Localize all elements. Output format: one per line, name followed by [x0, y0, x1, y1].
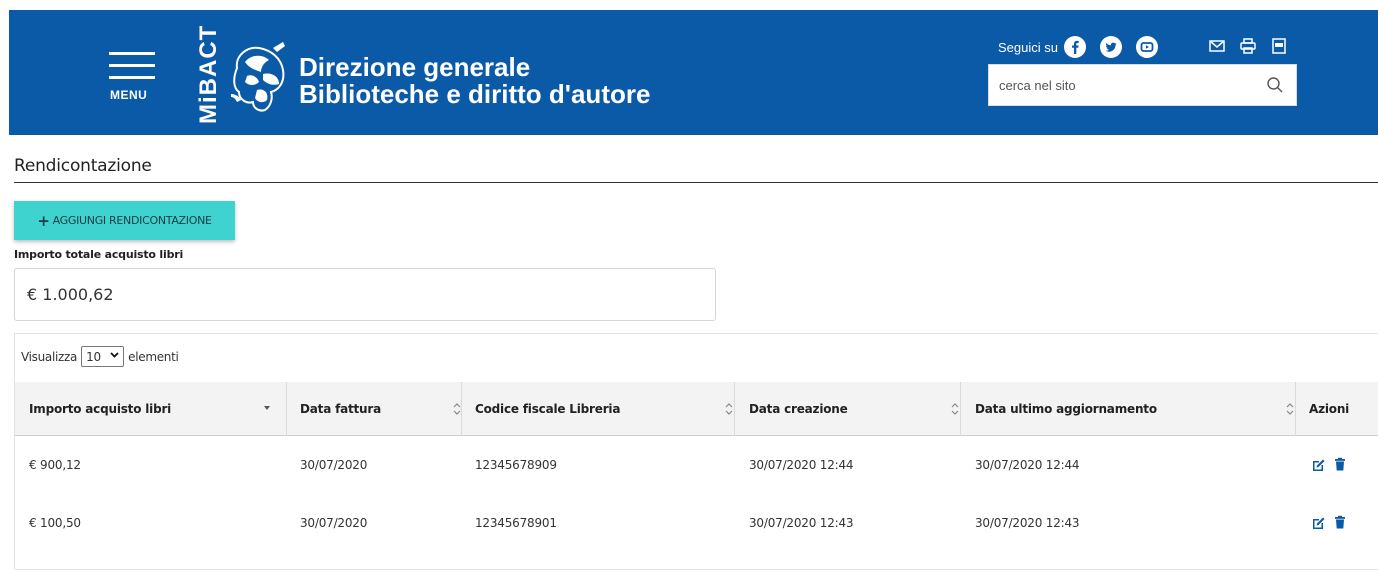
column-header-label: Data fattura — [300, 402, 382, 416]
column-header-label: Data creazione — [749, 402, 848, 416]
cell-importo: € 900,12 — [29, 458, 81, 472]
column-divider — [734, 382, 735, 436]
social-label: Seguici su — [998, 39, 1058, 55]
column-header-label: Codice fiscale Libreria — [475, 402, 621, 416]
edit-icon[interactable] — [1312, 458, 1326, 472]
column-divider — [1295, 382, 1296, 436]
column-header-label: Data ultimo aggiornamento — [975, 402, 1157, 416]
cell-data-fattura: 30/07/2020 — [300, 516, 368, 530]
mail-icon[interactable] — [1207, 36, 1227, 56]
trash-icon[interactable] — [1333, 515, 1347, 529]
edit-icon[interactable] — [1312, 516, 1326, 530]
data-table-panel: Visualizza 10 elementi Importo acquisto … — [14, 333, 1378, 570]
column-divider — [960, 382, 961, 436]
cell-data-creazione: 30/07/2020 12:44 — [749, 458, 854, 472]
page-length-value: 10 — [86, 349, 101, 364]
twitter-icon[interactable] — [1099, 36, 1122, 58]
column-header-data-creazione[interactable]: Data creazione — [749, 382, 848, 436]
trash-icon[interactable] — [1333, 457, 1347, 471]
site-title[interactable]: Direzione generale Biblioteche e diritto… — [299, 54, 650, 108]
page-length-select[interactable]: 10 — [81, 346, 125, 367]
mibact-logo[interactable]: MiBACT — [194, 24, 224, 124]
hamburger-bar — [109, 76, 155, 79]
search-icon[interactable] — [1266, 76, 1284, 94]
menu-label: MENU — [110, 88, 148, 102]
cell-data-fattura: 30/07/2020 — [300, 458, 368, 472]
column-header-codice-fiscale[interactable]: Codice fiscale Libreria — [475, 382, 620, 436]
pdf-icon[interactable] — [1269, 36, 1289, 56]
length-prefix: Visualizza — [21, 349, 78, 364]
column-divider — [461, 382, 462, 436]
utility-icons — [1207, 36, 1300, 56]
facebook-icon[interactable] — [1063, 36, 1086, 58]
search-input[interactable] — [999, 65, 1249, 105]
column-header-azioni: Azioni — [1309, 382, 1349, 436]
table-header: Importo acquisto libri Data fattura Codi… — [15, 382, 1378, 436]
table-row[interactable]: € 900,12 30/07/2020 12345678909 30/07/20… — [15, 436, 1378, 494]
total-label: Importo totale acquisto libri — [14, 248, 184, 261]
emblem-icon[interactable] — [227, 38, 293, 118]
column-divider — [286, 382, 287, 436]
search-box — [988, 64, 1297, 106]
title-divider — [14, 182, 1378, 183]
add-rendicontazione-button[interactable]: + AGGIUNGI RENDICONTAZIONE — [14, 201, 235, 240]
total-value: € 1.000,62 — [27, 285, 114, 304]
page-title: Rendicontazione — [14, 156, 152, 176]
site-title-line2: Biblioteche e diritto d'autore — [299, 79, 651, 109]
cell-data-aggiornamento: 30/07/2020 12:43 — [975, 516, 1080, 530]
print-icon[interactable] — [1238, 36, 1258, 56]
add-button-label: AGGIUNGI RENDICONTAZIONE — [52, 214, 212, 227]
social-bar: Seguici su — [998, 30, 1172, 64]
column-header-data-aggiornamento[interactable]: Data ultimo aggiornamento — [975, 382, 1157, 436]
column-header-data-fattura[interactable]: Data fattura — [300, 382, 381, 436]
youtube-icon[interactable] — [1135, 36, 1158, 58]
page-length-control: Visualizza 10 elementi — [21, 346, 179, 367]
length-suffix: elementi — [128, 349, 179, 364]
logo-text: MiBACT — [195, 24, 222, 124]
chevron-down-icon — [110, 350, 119, 362]
hamburger-icon — [109, 52, 155, 55]
column-header-label: Importo acquisto libri — [29, 402, 172, 416]
site-title-line1: Direzione generale — [299, 52, 531, 82]
cell-importo: € 100,50 — [29, 516, 81, 530]
column-header-importo[interactable]: Importo acquisto libri — [29, 382, 171, 436]
total-value-field: € 1.000,62 — [14, 268, 716, 321]
menu-button[interactable]: MENU — [107, 48, 159, 110]
table-row[interactable]: € 100,50 30/07/2020 12345678901 30/07/20… — [15, 494, 1378, 552]
hamburger-bar — [109, 64, 155, 67]
plus-icon: + — [37, 211, 50, 230]
cell-codice-fiscale: 12345678901 — [475, 516, 557, 530]
cell-codice-fiscale: 12345678909 — [475, 458, 557, 472]
site-header: MENU MiBACT Direzione generale Bibliotec… — [9, 10, 1378, 135]
sort-desc-icon[interactable] — [263, 404, 273, 418]
cell-data-aggiornamento: 30/07/2020 12:44 — [975, 458, 1080, 472]
column-header-label: Azioni — [1309, 402, 1350, 416]
cell-data-creazione: 30/07/2020 12:43 — [749, 516, 854, 530]
